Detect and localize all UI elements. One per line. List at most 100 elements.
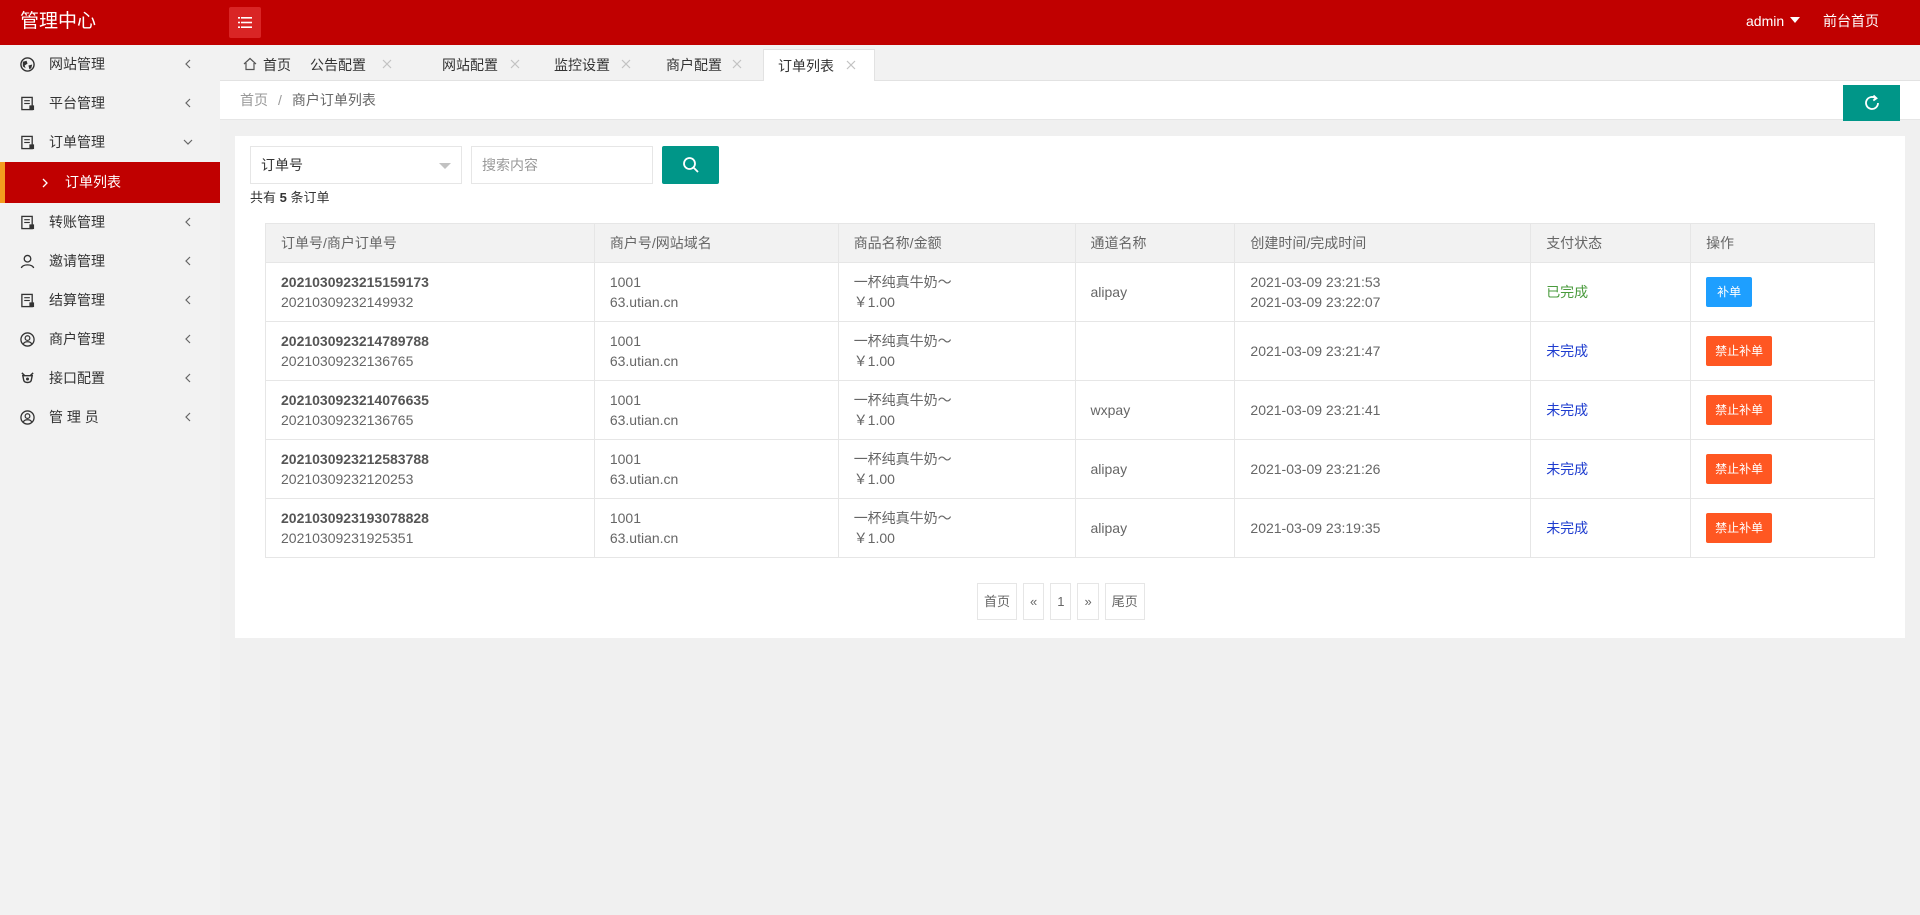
amount: ￥1.00 [853, 412, 895, 428]
close-icon[interactable] [732, 59, 742, 69]
page-prev-button[interactable]: « [1023, 583, 1045, 620]
user-menu[interactable]: admin [1746, 0, 1801, 43]
sidebar-item-label: 邀请管理 [49, 253, 105, 269]
search-button[interactable] [662, 146, 719, 184]
order-number: 2021030923215159173 [281, 274, 429, 290]
chevron-left-icon [185, 295, 191, 305]
disable-resupply-button[interactable]: 禁止补单 [1706, 336, 1773, 366]
order-number: 2021030923214789788 [281, 333, 429, 349]
close-icon[interactable] [846, 60, 856, 70]
order-list-card: 订单号 共有 5 条订单 订单号/商户订单号 商户号/网站域名 商品名称/金额 … [235, 136, 1905, 638]
status-cell: 未完成 [1530, 498, 1692, 558]
breadcrumb-current: 商户订单列表 [291, 92, 376, 108]
column-header: 商户号/网站域名 [593, 223, 839, 263]
tab-monitor-settings[interactable]: 监控设置 [554, 49, 654, 81]
list-icon [238, 17, 252, 28]
table-row: 2021030923212583788 20210309232120253 100… [265, 439, 1875, 499]
action-cell: 禁止补单 [1690, 498, 1875, 558]
tab-label: 订单列表 [778, 58, 834, 74]
tab-home[interactable]: 首页 [220, 49, 295, 81]
sidebar-item-transfer[interactable]: 转账管理 [0, 203, 220, 242]
sidebar-item-label: 转账管理 [49, 214, 105, 230]
table-row: 2021030923214076635 20210309232136765 100… [265, 380, 1875, 440]
status-cell: 已完成 [1530, 262, 1692, 322]
status-badge: 已完成 [1546, 284, 1589, 300]
action-cell: 补单 [1690, 262, 1875, 322]
disable-resupply-button[interactable]: 禁止补单 [1706, 395, 1773, 425]
created-time: 2021-03-09 23:21:53 [1250, 274, 1381, 290]
top-header: 管理中心 admin 前台首页 [0, 0, 1920, 45]
sidebar-item-platform[interactable]: 平台管理 [0, 84, 220, 123]
order-number: 2021030923214076635 [281, 392, 429, 408]
chevron-left-icon [185, 373, 191, 383]
tab-merchant-config[interactable]: 商户配置 [666, 49, 766, 81]
product-cell: 一杯纯真牛奶～ ￥1.00 [837, 321, 1076, 381]
table-row: 2021030923215159173 20210309232149932 100… [265, 262, 1875, 322]
time-cell: 2021-03-09 23:21:53 2021-03-09 23:22:07 [1234, 262, 1532, 322]
tab-label: 公告配置 [310, 57, 366, 73]
tab-site-config[interactable]: 网站配置 [442, 49, 542, 81]
chevron-left-icon [185, 334, 191, 344]
disable-resupply-button[interactable]: 禁止补单 [1706, 513, 1773, 543]
page-first-button[interactable]: 首页 [977, 583, 1018, 620]
refresh-button[interactable] [1843, 85, 1900, 121]
page-next-button[interactable]: » [1077, 583, 1099, 620]
sidebar: 网站管理 平台管理 订单管理 订单列表 转账管理 邀请管理 结算管理 商户管理 … [0, 45, 220, 915]
created-time: 2021-03-09 23:21:47 [1250, 343, 1381, 359]
close-icon[interactable] [382, 59, 392, 69]
tab-order-list[interactable]: 订单列表 [763, 49, 875, 82]
channel-cell: alipay [1074, 439, 1236, 499]
search-field-select[interactable]: 订单号 [250, 146, 462, 184]
resupply-button[interactable]: 补单 [1706, 277, 1753, 307]
site-domain: 63.utian.cn [609, 294, 679, 310]
table-row: 2021030923193078828 20210309231925351 100… [265, 498, 1875, 558]
completed-time: 2021-03-09 23:22:07 [1250, 294, 1381, 310]
sidebar-item-admin[interactable]: 管 理 员 [0, 398, 220, 437]
merchant-id: 1001 [609, 333, 641, 349]
sidebar-item-invite[interactable]: 邀请管理 [0, 242, 220, 281]
action-cell: 禁止补单 [1690, 439, 1875, 499]
chevron-right-icon [42, 178, 48, 188]
product-cell: 一杯纯真牛奶～ ￥1.00 [837, 262, 1076, 322]
tab-label: 网站配置 [442, 57, 498, 73]
caret-down-icon [1790, 17, 1801, 23]
order-number-cell: 2021030923214789788 20210309232136765 [265, 321, 595, 381]
breadcrumb: 首页 / 商户订单列表 [240, 81, 376, 119]
merchant-order-number: 20210309232136765 [281, 353, 414, 369]
menu-toggle-button[interactable] [229, 7, 261, 38]
sidebar-item-interface[interactable]: 接口配置 [0, 359, 220, 398]
tab-label: 首页 [263, 57, 291, 73]
order-number-cell: 2021030923214076635 20210309232136765 [265, 380, 595, 440]
sidebar-subitem-order-list[interactable]: 订单列表 [0, 162, 220, 203]
refresh-icon [1864, 94, 1879, 110]
merchant-cell: 1001 63.utian.cn [593, 321, 839, 381]
sidebar-item-settlement[interactable]: 结算管理 [0, 281, 220, 320]
sidebar-item-merchant[interactable]: 商户管理 [0, 320, 220, 359]
merchant-cell: 1001 63.utian.cn [593, 439, 839, 499]
column-header: 创建时间/完成时间 [1234, 223, 1532, 263]
status-cell: 未完成 [1530, 439, 1692, 499]
tab-notice-config[interactable]: 公告配置 [310, 49, 410, 81]
order-number: 2021030923212583788 [281, 451, 429, 467]
product-name: 一杯纯真牛奶～ [853, 274, 952, 290]
merchant-id: 1001 [609, 274, 641, 290]
sidebar-item-orders[interactable]: 订单管理 [0, 123, 220, 162]
product-name: 一杯纯真牛奶～ [853, 451, 952, 467]
merchant-id: 1001 [609, 510, 641, 526]
tab-bar: 首页 公告配置 网站配置 监控设置 商户配置 订单列表 [220, 45, 1920, 82]
status-cell: 未完成 [1530, 380, 1692, 440]
page-number-button[interactable]: 1 [1050, 583, 1072, 620]
column-header: 商品名称/金额 [837, 223, 1076, 263]
table-row: 2021030923214789788 20210309232136765 100… [265, 321, 1875, 381]
user-name: admin [1746, 13, 1785, 29]
breadcrumb-home[interactable]: 首页 [240, 92, 268, 108]
product-cell: 一杯纯真牛奶～ ￥1.00 [837, 380, 1076, 440]
close-icon[interactable] [621, 59, 631, 69]
close-icon[interactable] [510, 59, 520, 69]
page-last-button[interactable]: 尾页 [1104, 583, 1145, 620]
front-home-link[interactable]: 前台首页 [1823, 0, 1879, 43]
search-input[interactable] [471, 146, 653, 184]
sidebar-item-website[interactable]: 网站管理 [0, 45, 220, 84]
created-time: 2021-03-09 23:21:41 [1250, 402, 1381, 418]
disable-resupply-button[interactable]: 禁止补单 [1706, 454, 1773, 484]
